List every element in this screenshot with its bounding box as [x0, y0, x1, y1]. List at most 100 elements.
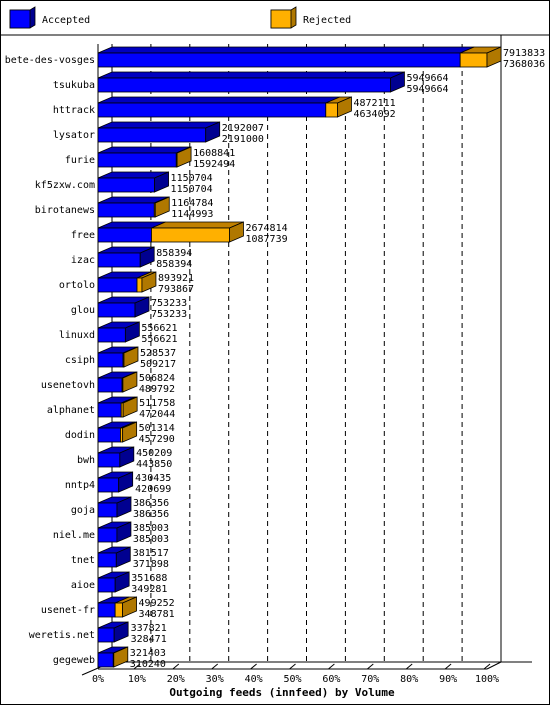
bar-accepted-top — [97, 121, 220, 129]
value-label-total: 511758 — [139, 398, 175, 409]
x-tick-mark — [172, 663, 180, 670]
value-label-total: 2674814 — [245, 223, 287, 234]
category-label: usenetovh — [41, 380, 95, 391]
value-label-total: 753233 — [151, 298, 187, 309]
value-label-total: 430435 — [135, 473, 171, 484]
bar-accepted — [97, 302, 136, 318]
value-label-total: 450209 — [136, 448, 172, 459]
x-axis-title: Outgoing feeds (innfeed) by Volume — [169, 686, 395, 699]
value-label-total: 1608841 — [193, 148, 235, 159]
bar-group — [97, 396, 138, 418]
value-label-accepted: 443850 — [136, 459, 172, 470]
value-label-accepted: 5949664 — [406, 84, 448, 95]
bar-accepted — [97, 452, 121, 468]
x-tick-label: 50% — [283, 674, 301, 685]
bar-group — [97, 421, 138, 443]
bar-group — [97, 121, 221, 143]
category-label: httrack — [53, 105, 95, 116]
bar-accepted — [97, 152, 177, 168]
category-label: izac — [71, 255, 95, 266]
value-label-total: 5949664 — [406, 73, 448, 84]
bar-rejected — [325, 102, 338, 118]
value-label-total: 321403 — [130, 648, 166, 659]
category-label: birotanews — [35, 205, 95, 216]
category-label: csiph — [65, 355, 95, 366]
category-label: lysator — [53, 130, 95, 141]
x-tick-mark — [211, 663, 219, 670]
x-tick-mark — [366, 663, 374, 670]
value-label-total: 2192007 — [222, 123, 264, 134]
value-label-total: 385003 — [133, 523, 169, 534]
bar-group — [97, 96, 352, 118]
legend-label-accepted: Accepted — [42, 15, 90, 26]
bar-rejected — [114, 602, 123, 618]
category-label: tsukuba — [53, 80, 95, 91]
x-tick-label: 30% — [206, 674, 224, 685]
bar-group — [97, 346, 139, 368]
value-label-total: 858394 — [156, 248, 192, 259]
bar-group — [97, 571, 130, 593]
value-label-total: 7913833 — [503, 48, 545, 59]
bar-group — [97, 446, 135, 468]
x-tick-mark — [289, 663, 296, 670]
x-tick-labels: 0% 10% 20% 30% 40% 50% 60% 70% 80% 90% 100% — [92, 674, 499, 685]
x-tick-mark — [250, 663, 257, 670]
bar-accepted — [97, 627, 115, 643]
bar-accepted — [97, 227, 152, 243]
bar-group — [97, 296, 150, 318]
category-label: free — [71, 230, 95, 241]
value-label-accepted: 349281 — [131, 584, 167, 595]
bar-accepted — [97, 327, 126, 343]
x-tick-label: 60% — [322, 674, 340, 685]
bar-group — [97, 196, 170, 218]
category-label: linuxd — [59, 330, 95, 341]
value-label-accepted: 2191000 — [222, 134, 264, 145]
value-label-accepted: 753233 — [151, 309, 187, 320]
bar-accepted — [97, 102, 327, 118]
bar-accepted — [97, 477, 120, 493]
bar-rejected — [151, 227, 230, 243]
bar-accepted-top — [97, 146, 191, 154]
bar-accepted — [97, 177, 155, 193]
value-label-accepted: 310240 — [130, 659, 166, 670]
x-tick-label: 20% — [167, 674, 185, 685]
bar-group — [97, 271, 157, 293]
value-label-total: 381517 — [133, 548, 169, 559]
bar-accepted — [97, 77, 391, 93]
floor-right-edge — [486, 661, 502, 670]
value-label-accepted: 1144993 — [171, 209, 213, 220]
bar-rejected — [459, 52, 488, 68]
bar-rejected-top — [151, 221, 244, 229]
bar-accepted — [97, 252, 141, 268]
bar-accepted — [97, 527, 118, 543]
bar-group — [97, 596, 137, 618]
bar-group — [97, 646, 129, 668]
bar-accepted — [97, 602, 116, 618]
bar-accepted — [97, 377, 123, 393]
value-label-total: 4872111 — [353, 98, 395, 109]
x-tick-label: 0% — [92, 674, 104, 685]
value-label-total: 1164784 — [171, 198, 213, 209]
value-label-accepted: 328471 — [131, 634, 167, 645]
bar-accepted — [97, 52, 461, 68]
bar-accepted — [97, 502, 118, 518]
value-label-accepted: 457290 — [139, 434, 175, 445]
category-label: usenet-fr — [41, 605, 95, 616]
value-label-accepted: 472044 — [139, 409, 175, 420]
bar-accepted — [97, 402, 122, 418]
bar-group — [97, 146, 192, 168]
bar-group — [97, 171, 169, 193]
value-label-accepted: 489792 — [139, 384, 175, 395]
value-label-accepted: 420699 — [135, 484, 171, 495]
category-label: alphanet — [47, 405, 95, 416]
bar-accepted — [97, 202, 155, 218]
value-label-total: 893921 — [158, 273, 194, 284]
category-label: dodin — [65, 430, 95, 441]
value-label-total: 337821 — [131, 623, 167, 634]
x-tick-mark — [444, 663, 452, 670]
x-tick-label: 90% — [439, 674, 457, 685]
category-label: glou — [71, 305, 95, 316]
value-label-accepted: 1592494 — [193, 159, 235, 170]
value-label-total: 556621 — [141, 323, 177, 334]
x-tick-label: 40% — [245, 674, 263, 685]
